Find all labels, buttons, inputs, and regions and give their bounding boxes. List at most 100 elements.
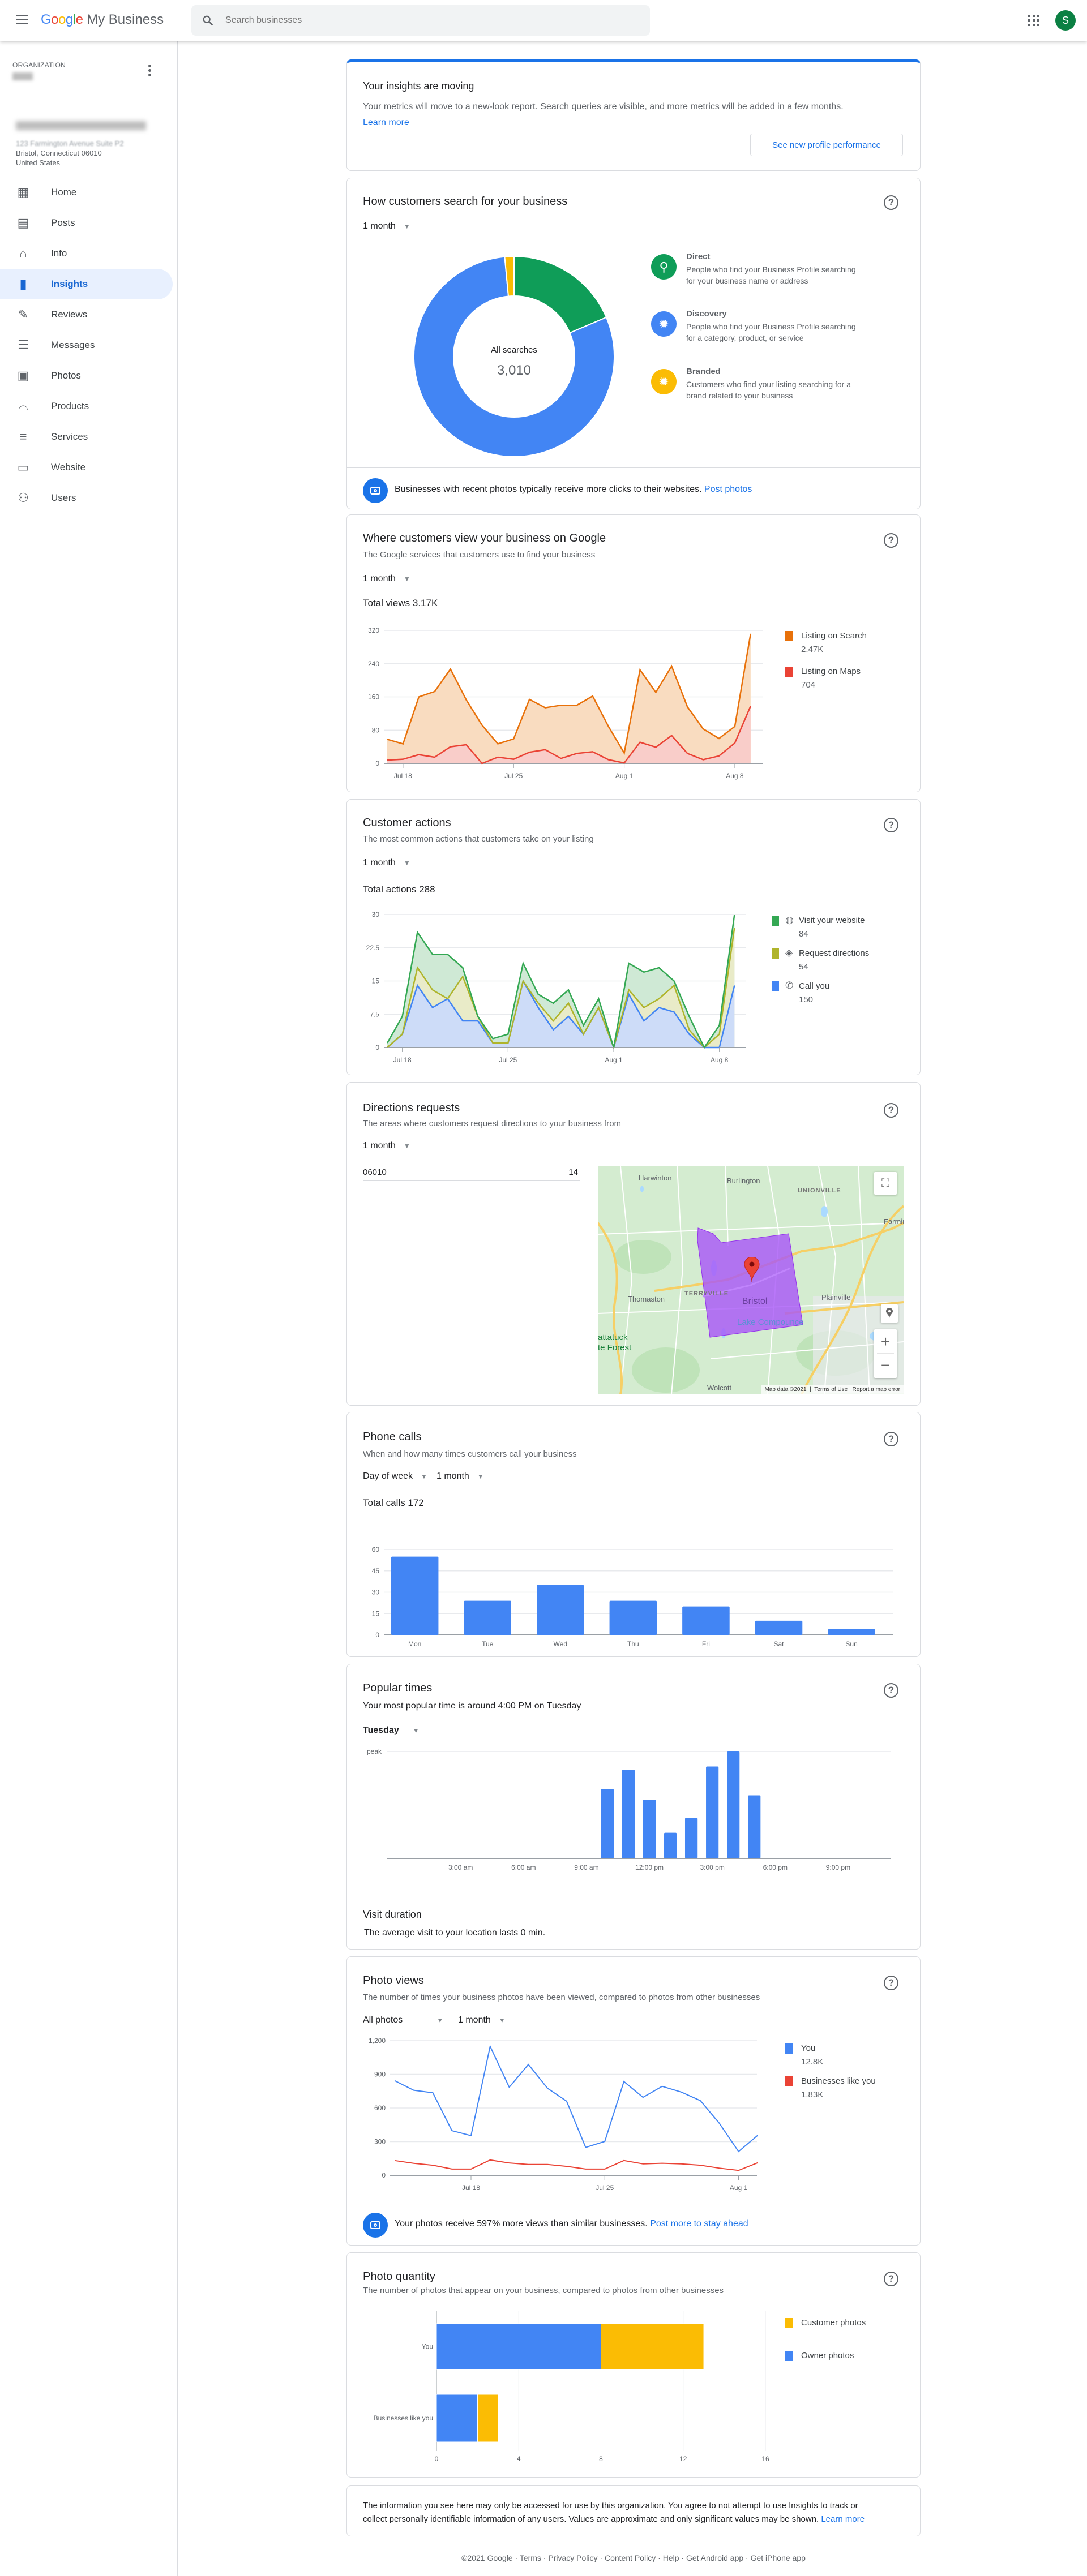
learn-more-link[interactable]: Learn more — [821, 2514, 865, 2524]
y-tick-label: 7.5 — [370, 1010, 379, 1018]
map-pin-icon[interactable] — [743, 1257, 760, 1283]
y-tick-label: 0 — [382, 2171, 386, 2179]
sidebar-item-label: Messages — [51, 340, 95, 350]
legend-swatch — [772, 916, 779, 926]
sidebar-item-label: Reviews — [51, 309, 88, 320]
bar-you-customer-photos[interactable] — [601, 2323, 704, 2370]
y-tick-label: 60 — [372, 1545, 380, 1553]
y-tick-label: 0 — [375, 1044, 379, 1051]
sidebar-item-home[interactable]: ▦ Home — [0, 177, 173, 208]
bar-businesses-like-you-customer-photos[interactable] — [477, 2394, 499, 2442]
bar-hour-16[interactable] — [727, 1751, 740, 1858]
bar-hour-15[interactable] — [706, 1766, 719, 1858]
see-new-profile-performance-button[interactable]: See new profile performance — [750, 134, 903, 156]
menu-icon[interactable] — [16, 14, 28, 27]
dashboard-icon: ▦ — [17, 185, 29, 199]
zoom-out-button[interactable]: − — [877, 1354, 894, 1377]
bar-thu[interactable] — [609, 1600, 657, 1635]
zoom-in-button[interactable]: + — [877, 1330, 894, 1354]
legend-label: Visit your website — [799, 916, 865, 925]
legend-swatch — [785, 631, 793, 641]
bar-wed[interactable] — [537, 1585, 584, 1635]
help-icon[interactable]: ? — [884, 533, 898, 548]
help-icon[interactable]: ? — [884, 195, 898, 210]
x-tick-label: Aug 8 — [726, 772, 744, 780]
learn-more-link[interactable]: Learn more — [363, 118, 409, 128]
period-dropdown[interactable]: 1 month ▼ — [363, 221, 410, 231]
footer-link[interactable]: Help — [663, 2553, 679, 2562]
report-map-error-link[interactable]: Report a map error — [853, 1386, 900, 1393]
apps-grid-icon[interactable] — [1028, 15, 1039, 26]
terms-of-use-link[interactable]: Terms of Use — [814, 1386, 848, 1393]
basket-icon: ⌓ — [18, 399, 28, 413]
search-bar[interactable] — [191, 5, 650, 36]
street-view-pegman-icon[interactable] — [881, 1304, 898, 1323]
org-more-icon[interactable] — [148, 65, 152, 76]
sidebar-item-website[interactable]: ▭ Website — [0, 452, 173, 483]
footer-link[interactable]: Get Android app — [686, 2553, 743, 2562]
banner-text: Businesses with recent photos typically … — [395, 484, 702, 494]
legend-desc: for a category, product, or service — [686, 333, 804, 342]
bar-fri[interactable] — [682, 1606, 730, 1635]
bar-you-owner-photos[interactable] — [436, 2323, 601, 2370]
area-zip: 06010 — [363, 1167, 387, 1177]
bar-hour-14[interactable] — [684, 1818, 698, 1858]
disclaimer-text: collect personally identifiable informat… — [363, 2514, 819, 2524]
footer-link[interactable]: Content Policy — [605, 2553, 656, 2562]
bar-hour-10[interactable] — [601, 1789, 614, 1858]
sidebar-item-users[interactable]: ⚇ Users — [0, 483, 173, 513]
avatar[interactable]: S — [1055, 10, 1076, 31]
fullscreen-button[interactable]: ⛶ — [874, 1172, 897, 1195]
legend-swatch — [785, 2076, 793, 2086]
bar-tue[interactable] — [464, 1600, 511, 1635]
sidebar-item-photos[interactable]: ▣ Photos — [0, 360, 173, 391]
footer-link[interactable]: Privacy Policy — [548, 2553, 597, 2562]
bar-businesses-like-you-owner-photos[interactable] — [436, 2394, 478, 2442]
directions-map[interactable]: ⛶ + − Map data ©2021 | Terms of Use Repo… — [598, 1166, 904, 1394]
help-icon[interactable]: ? — [884, 818, 898, 832]
help-icon[interactable]: ? — [884, 1976, 898, 1990]
map-place-label: Plainville — [821, 1293, 851, 1302]
sidebar-item-services[interactable]: ≡ Services — [0, 422, 173, 452]
sidebar-item-insights[interactable]: ▮ Insights — [0, 269, 173, 299]
legend-value: 704 — [801, 680, 816, 690]
photo-banner: Businesses with recent photos typically … — [395, 484, 752, 495]
bar-sun[interactable] — [828, 1629, 875, 1635]
bar-sat[interactable] — [755, 1620, 803, 1635]
sidebar-item-reviews[interactable]: ✎ Reviews — [0, 299, 173, 330]
sidebar-item-info[interactable]: ⌂ Info — [0, 238, 173, 269]
y-tick-label: 15 — [372, 1609, 380, 1617]
sidebar-item-posts[interactable]: ▤ Posts — [0, 208, 173, 238]
footer-link[interactable]: Terms — [520, 2553, 541, 2562]
help-icon[interactable]: ? — [884, 2272, 898, 2286]
x-tick-label: 12:00 pm — [635, 1864, 664, 1871]
map-place-label: Harwinton — [639, 1174, 672, 1182]
x-tick-label: Jul 18 — [394, 772, 412, 780]
sidebar-item-messages[interactable]: ☰ Messages — [0, 330, 173, 360]
sidebar-item-label: Posts — [51, 217, 75, 228]
y-tick-label: 320 — [368, 626, 379, 634]
period-dropdown[interactable]: 1 month ▼ — [363, 1141, 410, 1151]
copyright: ©2021 Google — [461, 2553, 513, 2562]
help-icon[interactable]: ? — [884, 1103, 898, 1118]
bar-hour-17[interactable] — [748, 1795, 761, 1858]
post-photos-link[interactable]: Post photos — [704, 484, 752, 494]
footer-link[interactable]: Get iPhone app — [751, 2553, 806, 2562]
donut-slice-direct[interactable] — [513, 255, 607, 334]
post-more-link[interactable]: Post more to stay ahead — [650, 2219, 748, 2229]
actions-card: Customer actions ? The most common actio… — [346, 799, 921, 1075]
bar-hour-13[interactable] — [664, 1832, 677, 1858]
photos-icon: ▣ — [17, 368, 29, 383]
map-place-label: Bristol — [742, 1296, 768, 1306]
sidebar-item-products[interactable]: ⌓ Products — [0, 391, 173, 422]
bar-hour-11[interactable] — [622, 1770, 635, 1858]
footer-separator: · — [597, 2553, 605, 2562]
google-my-business-logo[interactable]: Google My Business — [41, 12, 164, 28]
storefront-icon: ⌂ — [19, 246, 27, 260]
bar-mon[interactable] — [391, 1556, 439, 1635]
bar-hour-12[interactable] — [643, 1800, 656, 1858]
photo-quantity-card: Photo quantity ? The number of photos th… — [346, 2252, 921, 2478]
business-name-redacted — [16, 121, 146, 130]
search-input[interactable] — [225, 12, 633, 29]
legend-label: You — [801, 2043, 816, 2053]
